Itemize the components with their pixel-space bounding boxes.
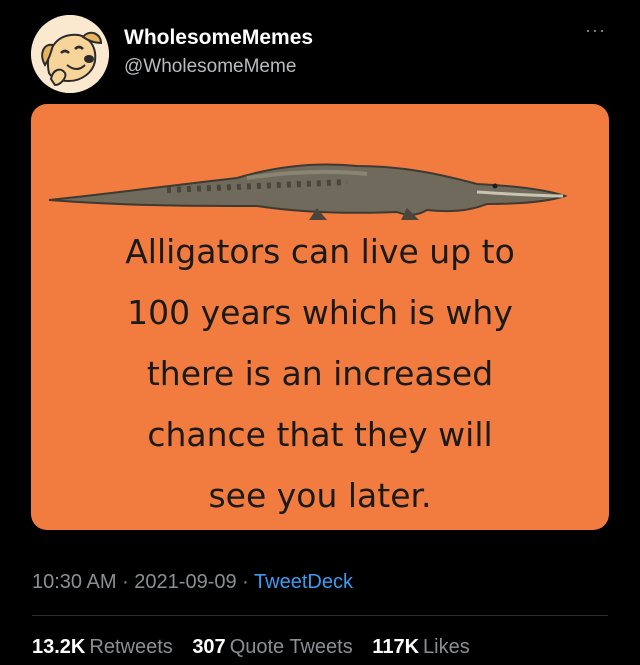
likes-label: Likes	[423, 636, 470, 658]
meme-line: Alligators can live up to	[125, 232, 515, 271]
alligator-illustration	[48, 163, 567, 220]
quote-tweets-stat[interactable]: 307 Quote Tweets	[192, 636, 352, 658]
separator: ·	[116, 571, 135, 593]
meme-image[interactable]: Alligators can live up to 100 years whic…	[31, 104, 609, 530]
meme-line: there is an increased	[146, 354, 494, 393]
retweets-label: Retweets	[89, 636, 173, 658]
quote-tweets-count: 307	[192, 636, 226, 658]
source-app-link[interactable]: TweetDeck	[254, 571, 353, 593]
meme-line: 100 years which is why	[127, 293, 513, 332]
likes-count: 117K	[372, 636, 420, 658]
divider	[32, 615, 608, 616]
meme-line: see you later.	[208, 476, 432, 515]
quote-tweets-label: Quote Tweets	[229, 636, 353, 658]
meme-caption: Alligators can live up to 100 years whic…	[31, 221, 609, 526]
display-name[interactable]: WholesomeMemes	[124, 26, 313, 50]
tweet-time[interactable]: 10:30 AM	[32, 571, 117, 593]
likes-stat[interactable]: 117K Likes	[372, 636, 469, 658]
tweet-date[interactable]: 2021-09-09	[134, 571, 236, 593]
avatar[interactable]	[31, 15, 109, 93]
tweet-metadata: 10:30 AM · 2021-09-09 · TweetDeck	[32, 571, 353, 594]
retweets-count: 13.2K	[32, 636, 86, 658]
separator: ·	[236, 571, 255, 593]
meme-line: chance that they will	[147, 415, 493, 454]
dog-avatar-icon	[31, 15, 109, 93]
user-handle[interactable]: @WholesomeMeme	[124, 56, 296, 78]
more-options-icon[interactable]: ···	[585, 20, 606, 41]
engagement-stats: 13.2K Retweets 307 Quote Tweets 117K Likes	[32, 636, 484, 659]
retweets-stat[interactable]: 13.2K Retweets	[32, 636, 173, 658]
